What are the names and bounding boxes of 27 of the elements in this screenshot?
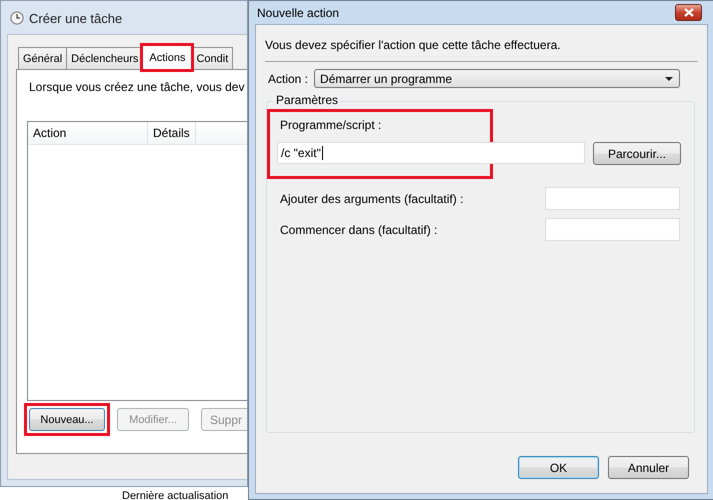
- instruction-text: Vous devez spécifier l'action que cette tâche effectuera.: [265, 38, 562, 52]
- column-header[interactable]: Détails: [148, 122, 196, 144]
- input-field[interactable]: /c "exit": [277, 142, 585, 164]
- close-icon: [684, 8, 694, 17]
- input-field[interactable]: [545, 187, 680, 210]
- action-dropdown[interactable]: Démarrer un programme: [314, 69, 680, 88]
- caret-icon: [665, 76, 674, 80]
- tab[interactable]: Général: [18, 47, 68, 69]
- field-label: Programme/script :: [280, 118, 382, 132]
- browse-button[interactable]: Parcourir...: [593, 142, 681, 165]
- intro-text: Lorsque vous créez une tâche, vous dev: [29, 80, 246, 94]
- clock-icon: [10, 11, 24, 25]
- tab[interactable]: Actions: [142, 45, 192, 70]
- tab[interactable]: Condit: [191, 47, 234, 69]
- window-title: Créer une tâche: [29, 10, 122, 26]
- dialog-button[interactable]: OK: [518, 456, 599, 479]
- column-header[interactable]: Action: [28, 122, 148, 144]
- close-button[interactable]: [675, 4, 702, 21]
- dialog-button[interactable]: Annuler: [608, 456, 689, 479]
- action-button[interactable]: Nouveau...: [29, 408, 105, 431]
- field-label: Commencer dans (facultatif) :: [280, 222, 438, 236]
- field-label: Ajouter des arguments (facultatif) :: [280, 192, 464, 206]
- input-field[interactable]: [545, 218, 680, 241]
- group-title: Paramètres: [274, 93, 340, 107]
- window-text: Dernière actualisation: [122, 489, 228, 500]
- action-label: Action :: [268, 72, 308, 86]
- dialog-title: Nouvelle action: [257, 6, 340, 20]
